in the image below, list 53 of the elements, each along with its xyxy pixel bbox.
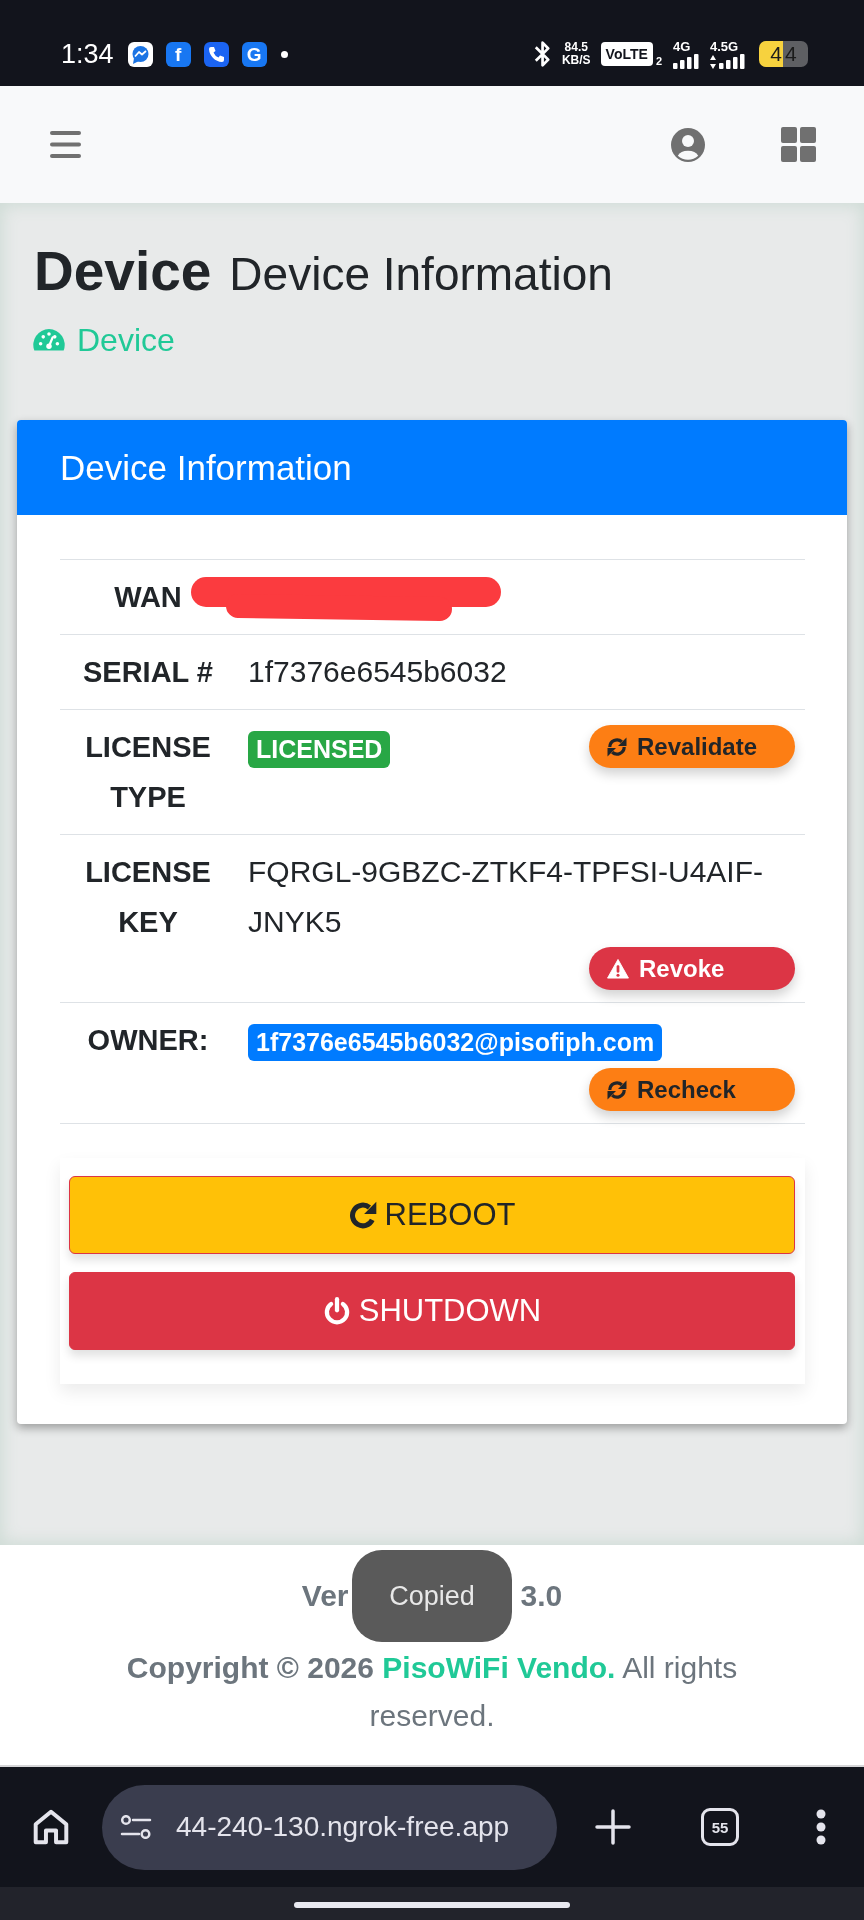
grid-icon[interactable] <box>781 127 816 162</box>
toast-message: Copied <box>352 1550 512 1642</box>
sync-icon <box>607 736 627 757</box>
network-speed: 84.5 <box>564 41 588 54</box>
field-label: LICENSE KEY <box>84 855 212 941</box>
clock-time: 1:34 <box>61 38 114 70</box>
volte-indicator: VoLTE <box>600 42 653 66</box>
network-type-label: 4.5G <box>710 39 739 54</box>
field-value: 1f7376e6545b6032 <box>248 654 508 691</box>
notification-dot-icon <box>280 50 288 58</box>
field-label: OWNER: <box>86 1023 210 1059</box>
tab-switcher-button[interactable]: 55 <box>701 1808 739 1846</box>
sync-icon <box>607 1079 627 1100</box>
refresh-button[interactable]: Revalidate <box>589 725 795 769</box>
sim-number: 2 <box>655 55 662 67</box>
signal-bars-icon <box>673 53 699 69</box>
reboot-button[interactable]: REBOOT <box>69 1176 795 1255</box>
version-text: 3.0 <box>520 1578 563 1614</box>
field-label: WAN <box>113 580 183 615</box>
warning-icon <box>607 958 629 979</box>
field-label: SERIAL # <box>82 655 214 691</box>
version-text: Ver <box>301 1578 349 1614</box>
signal-bars-icon <box>719 53 745 69</box>
app-notification-icon: G <box>241 41 267 67</box>
address-bar[interactable]: 44-240-130.ngrok-free.app <box>102 1784 557 1870</box>
network-type-label: 4G <box>673 39 691 54</box>
site-settings-icon[interactable] <box>120 1815 152 1839</box>
more-menu-icon[interactable] <box>814 1808 828 1846</box>
menu-icon[interactable] <box>50 131 81 158</box>
gesture-handle[interactable] <box>294 1902 570 1908</box>
card-header: Device Information <box>17 420 847 515</box>
field-value: FQRGL-9GBZC-ZTKF4-TPFSI-U4AIF-JNYK5 <box>248 854 764 941</box>
page-title: Device <box>34 239 212 304</box>
value-tag: LICENSED <box>248 730 391 768</box>
power-icon <box>322 1297 351 1326</box>
refresh-button[interactable]: Recheck <box>589 1068 795 1112</box>
chat-app-icon <box>127 41 153 67</box>
phone-app-icon <box>203 41 229 67</box>
copyright-text: Copyright © 2026 PisoWiFi Vendo. All rights reserved. <box>125 1650 739 1734</box>
bluetooth-icon <box>532 41 551 67</box>
revoke-button[interactable]: Revoke <box>589 947 795 991</box>
user-account-icon[interactable] <box>671 127 705 162</box>
gauge-icon <box>33 329 65 351</box>
page-subtitle: Device Information <box>229 247 613 302</box>
plus-icon[interactable] <box>595 1809 631 1845</box>
battery-indicator: 44 <box>759 41 808 67</box>
redo-icon <box>348 1201 377 1230</box>
shutdown-button[interactable]: SHUTDOWN <box>69 1272 795 1351</box>
value-tag: 1f7376e6545b6032@pisofiph.com <box>248 1023 663 1061</box>
home-icon[interactable] <box>33 1809 69 1845</box>
app-notification-icon: f <box>165 41 191 67</box>
speed-unit: KB/S <box>561 54 591 67</box>
field-label: LICENSE TYPE <box>84 730 212 816</box>
